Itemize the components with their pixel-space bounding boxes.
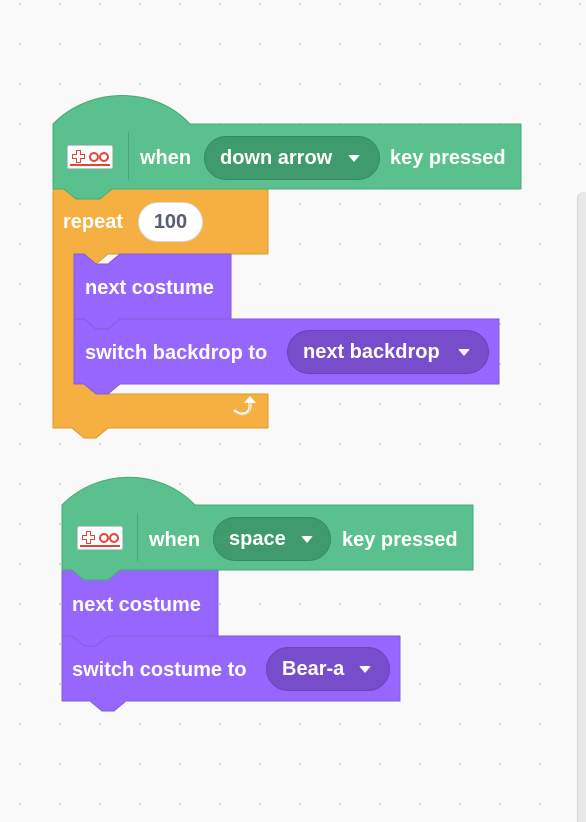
costume-dropdown-value: Bear-a xyxy=(282,657,345,680)
next-costume-label: next costume xyxy=(85,277,214,299)
hat-separator xyxy=(128,132,129,180)
key-dropdown-value: space xyxy=(229,527,286,550)
key-dropdown[interactable]: space xyxy=(213,517,331,561)
when-label: when xyxy=(140,147,192,169)
workspace-scrollbar[interactable] xyxy=(577,192,586,822)
when-label: when xyxy=(149,529,201,551)
next-costume-label: next costume xyxy=(72,594,201,616)
chevron-down-icon xyxy=(348,155,360,162)
loop-arrow-icon xyxy=(233,396,256,416)
backdrop-dropdown-value: next backdrop xyxy=(303,340,440,363)
backdrop-dropdown[interactable]: next backdrop xyxy=(287,330,489,374)
repeat-count-input[interactable]: 100 xyxy=(138,202,203,242)
key-pressed-label: key pressed xyxy=(342,529,458,551)
hat-separator xyxy=(137,513,138,561)
key-dropdown[interactable]: down arrow xyxy=(204,136,380,180)
repeat-label: repeat xyxy=(63,211,124,233)
chevron-down-icon xyxy=(359,666,371,673)
key-dropdown-value: down arrow xyxy=(220,146,333,169)
makey-makey-extension-icon xyxy=(77,526,123,550)
costume-dropdown[interactable]: Bear-a xyxy=(266,647,390,691)
switch-backdrop-label: switch backdrop to xyxy=(85,342,268,364)
makey-makey-extension-icon xyxy=(67,145,113,169)
key-pressed-label: key pressed xyxy=(390,147,506,169)
chevron-down-icon xyxy=(458,349,470,356)
switch-costume-label: switch costume to xyxy=(72,659,247,681)
chevron-down-icon xyxy=(301,536,313,543)
code-workspace[interactable]: when down arrow key pressed repeat 100 n… xyxy=(0,0,586,822)
